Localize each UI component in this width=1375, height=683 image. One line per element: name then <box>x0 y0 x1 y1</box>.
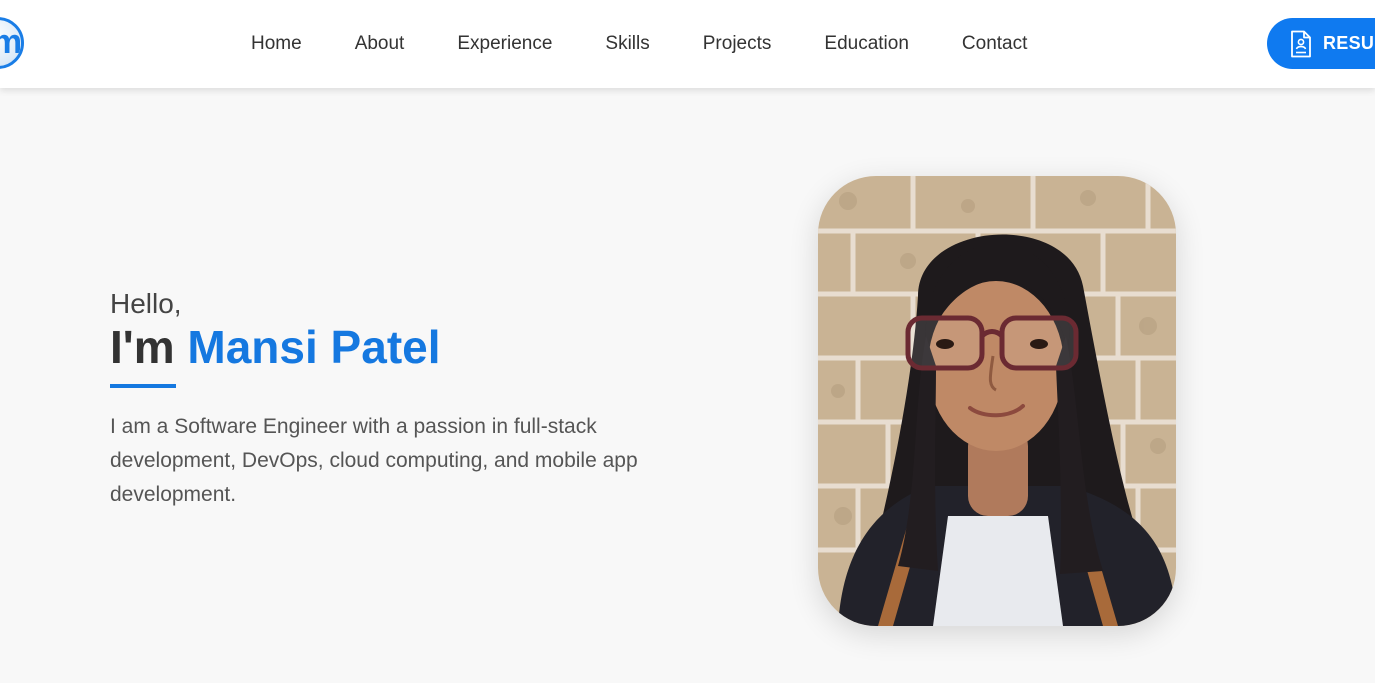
document-icon <box>1289 30 1313 58</box>
headline: I'm Mansi Patel <box>110 322 670 372</box>
nav-links: Home About Experience Skills Projects Ed… <box>251 0 1027 88</box>
nav-link-contact[interactable]: Contact <box>962 33 1027 55</box>
nav-link-home[interactable]: Home <box>251 33 302 55</box>
nav-link-about[interactable]: About <box>355 33 405 55</box>
greeting: Hello, <box>110 288 182 319</box>
headline-name: Mansi Patel <box>187 321 441 373</box>
resume-button[interactable]: RESUME <box>1267 18 1375 69</box>
nav-link-projects[interactable]: Projects <box>703 33 772 55</box>
nav-link-education[interactable]: Education <box>824 33 909 55</box>
headline-prefix: I'm <box>110 321 175 373</box>
intro-paragraph: I am a Software Engineer with a passion … <box>110 415 638 506</box>
navbar: m Home About Experience Skills Projects … <box>0 0 1375 88</box>
accent-underline <box>110 384 176 388</box>
profile-photo-illustration <box>818 176 1176 626</box>
logo-letter: m <box>0 23 21 62</box>
profile-photo <box>818 176 1176 626</box>
logo[interactable]: m <box>0 17 24 69</box>
nav-link-skills[interactable]: Skills <box>605 33 649 55</box>
nav-link-experience[interactable]: Experience <box>457 33 552 55</box>
resume-button-label: RESUME <box>1323 33 1375 53</box>
hero-text: Hello, I'm Mansi Patel I am a Software E… <box>110 286 670 533</box>
